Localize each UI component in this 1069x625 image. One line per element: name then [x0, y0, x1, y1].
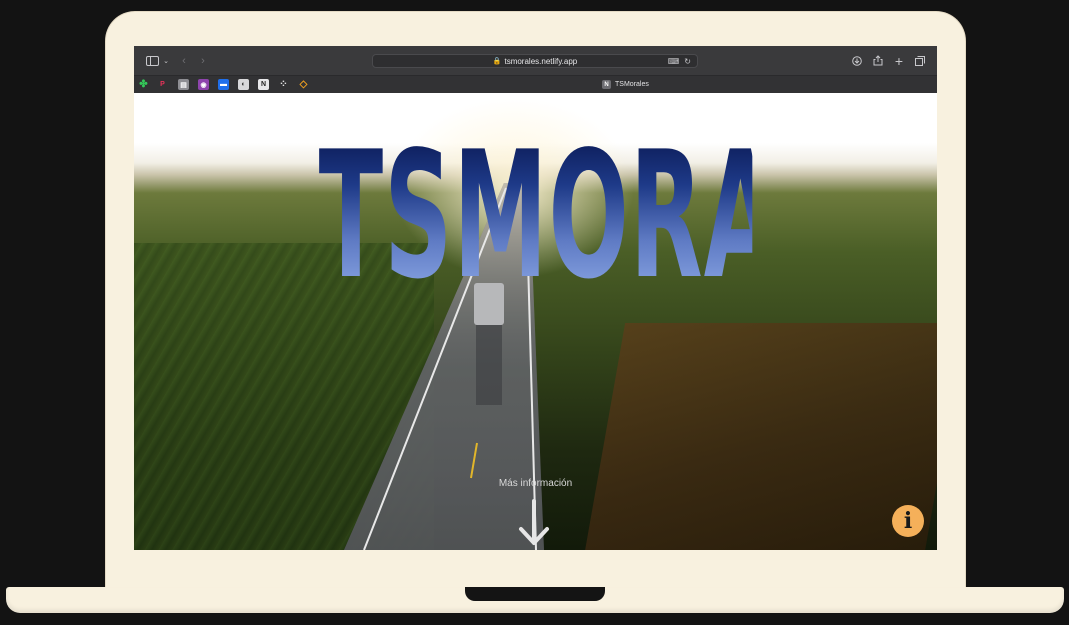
laptop-screen: ⌄ ‹ › 🔒 tsmorales.netlify.app ⌨ ↻ + ✤ P …: [134, 46, 937, 550]
address-bar[interactable]: 🔒 tsmorales.netlify.app ⌨ ↻: [372, 54, 698, 68]
more-info-label[interactable]: Más información: [134, 478, 937, 489]
address-url: tsmorales.netlify.app: [504, 56, 578, 66]
chevron-down-icon[interactable]: ⌄: [161, 46, 171, 75]
hero-section: TSMORALES Más información i: [134, 93, 937, 550]
bookmarks-bar: ✤ P ▤ ◉ ▬ ◐ N ⁘ ◇ N TSMorales: [134, 75, 937, 93]
sidebar-icon[interactable]: [143, 46, 161, 75]
plus-icon[interactable]: +: [892, 46, 906, 75]
tab-overview-icon[interactable]: [913, 46, 927, 75]
diamond-bookmark-icon[interactable]: ◇: [298, 79, 309, 90]
share-icon[interactable]: [871, 46, 885, 75]
browser-toolbar: ⌄ ‹ › 🔒 tsmorales.netlify.app ⌨ ↻ +: [134, 46, 937, 75]
chevron-right-icon[interactable]: ›: [197, 46, 209, 75]
clover-bookmark-icon[interactable]: ✤: [138, 79, 149, 90]
blue-bookmark-icon[interactable]: ▬: [218, 79, 229, 90]
circle-bookmark-icon[interactable]: ◉: [198, 79, 209, 90]
arrow-down-icon[interactable]: [517, 499, 551, 547]
p-bookmark-icon[interactable]: P: [157, 79, 168, 90]
lock-icon: 🔒: [492, 58, 502, 65]
tab-tsmorales[interactable]: N TSMorales: [602, 76, 649, 93]
laptop-notch: [465, 587, 605, 601]
translate-icon[interactable]: ⌨: [668, 57, 680, 66]
tab-favicon-icon: N: [602, 80, 611, 89]
hero-title: TSMORALES: [318, 115, 937, 318]
dots-bookmark-icon[interactable]: ⁘: [278, 79, 289, 90]
info-icon: i: [903, 508, 913, 534]
download-icon[interactable]: [850, 46, 864, 75]
reload-icon[interactable]: ↻: [684, 57, 691, 66]
info-button[interactable]: i: [892, 505, 924, 537]
tab-title: TSMorales: [615, 81, 649, 88]
notes-bookmark-icon[interactable]: ▤: [178, 79, 189, 90]
vercel-bookmark-icon[interactable]: N: [258, 79, 269, 90]
github-bookmark-icon[interactable]: ◐: [238, 79, 249, 90]
chevron-left-icon[interactable]: ‹: [178, 46, 190, 75]
